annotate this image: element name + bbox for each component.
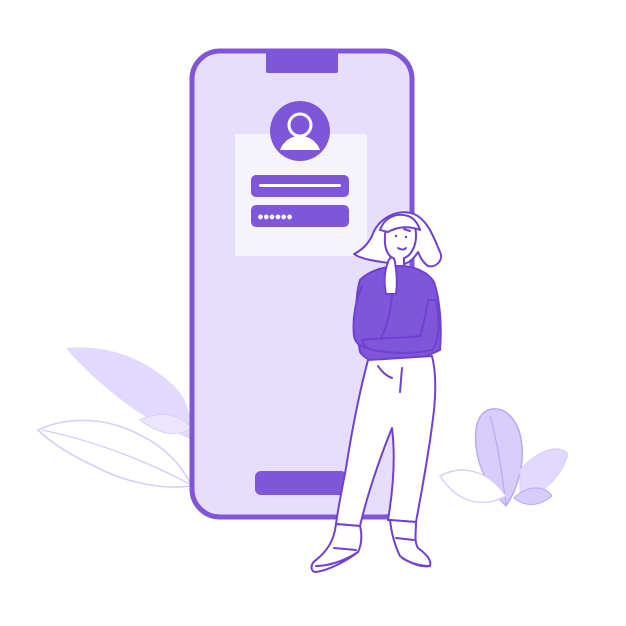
right-shoe — [389, 519, 432, 568]
right-plant — [439, 408, 569, 508]
illustration: ●●●●●● — [36, 48, 569, 573]
eye-right — [404, 235, 408, 239]
user-avatar-icon — [270, 101, 330, 161]
username-cursor-line — [259, 184, 341, 187]
left-plant — [36, 347, 194, 488]
home-indicator — [255, 471, 347, 495]
eye-left — [394, 234, 398, 238]
phone-notch — [266, 51, 338, 73]
username-field[interactable] — [251, 175, 349, 197]
password-value: ●●●●●● — [258, 212, 293, 221]
password-field[interactable]: ●●●●●● — [251, 205, 349, 227]
